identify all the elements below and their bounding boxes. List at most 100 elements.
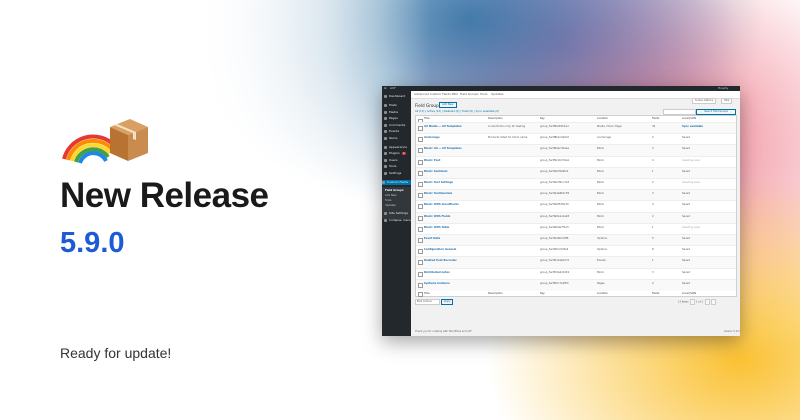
sidebar-item-users[interactable]: Users xyxy=(384,158,411,163)
sidebar-item-comments[interactable]: Comments xyxy=(384,123,411,128)
admin-screenshot: ⊕ ACF Howdy Dashboard Posts Media Pages Comm… xyxy=(382,86,740,336)
acf-nav-updates[interactable]: Updates xyxy=(491,91,503,98)
row-checkbox[interactable] xyxy=(418,126,423,131)
row-title-link[interactable]: Related Post Recorder xyxy=(424,259,457,262)
row-checkbox[interactable] xyxy=(418,260,423,266)
sidebar-item-events[interactable]: Events xyxy=(384,129,411,134)
footer-header-local-json: Local JSON xyxy=(682,292,696,295)
sidebar-item-site-settings[interactable]: Site Settings xyxy=(384,211,411,216)
row-fields-count: 8 xyxy=(652,248,654,252)
media-icon xyxy=(384,110,387,114)
list-icon xyxy=(384,136,387,140)
row-fields-count: 2 xyxy=(652,281,654,285)
row-title-link[interactable]: Event Data xyxy=(424,237,440,240)
row-checkbox[interactable] xyxy=(418,137,423,143)
row-title-link[interactable]: Configuration General xyxy=(424,248,456,251)
sidebar-item-label: Posts xyxy=(389,103,397,107)
row-title-link[interactable]: Block: Sentinels xyxy=(424,170,448,173)
table-row: Block: Sentinels group_5e3fa0c8e9f12 Block… xyxy=(416,166,736,179)
first-page-button[interactable] xyxy=(690,299,696,305)
sidebar-item-pages[interactable]: Pages xyxy=(384,116,411,121)
row-title-link[interactable]: Anchorage xyxy=(424,136,440,139)
row-checkbox[interactable] xyxy=(418,282,423,288)
footer-header-description: Description xyxy=(488,292,503,295)
row-checkbox[interactable] xyxy=(418,182,423,187)
acf-top-nav: Advanced Custom Fields PRO Field Groups … xyxy=(411,91,740,99)
footer-header-title[interactable]: Title xyxy=(424,291,430,297)
table-row: Event Data group_5e3fad4b2c8f6 Options 5 Sav… xyxy=(416,234,736,246)
row-checkbox[interactable] xyxy=(418,159,423,165)
row-title-link[interactable]: Block: Test Settings xyxy=(424,181,453,184)
sidebar-item-posts[interactable]: Posts xyxy=(384,103,411,108)
acf-nav-field-groups[interactable]: Field Groups xyxy=(460,91,479,98)
row-title-link[interactable]: Block: With Table xyxy=(424,226,449,229)
sidebar-item-custom-fields[interactable]: Custom Fields xyxy=(382,179,411,185)
row-fields-count: 4 xyxy=(652,203,654,207)
sidebar-item-settings[interactable]: Settings xyxy=(384,171,411,176)
footer-header-fields: Fields xyxy=(652,292,660,295)
row-key: group_5e3fa4e8b2c59 xyxy=(540,192,570,196)
row-title-link[interactable]: Block: Testimonials xyxy=(424,192,452,195)
collapse-icon xyxy=(384,218,387,222)
row-title-link[interactable]: Block: All — All Templates xyxy=(424,147,462,150)
row-key: group_5e3f9c1b7d4a1 xyxy=(540,158,570,162)
add-new-button[interactable]: Add New xyxy=(439,102,457,108)
sidebar-item-label: Collapse menu xyxy=(389,217,412,222)
sidebar-item-plugins[interactable]: Plugins 2 xyxy=(384,151,411,156)
row-key: group_5e3fa6f3d8a70 xyxy=(540,203,569,207)
table-row: All Media — All Templates A rule that is … xyxy=(416,122,736,134)
row-checkbox[interactable] xyxy=(418,193,423,199)
row-fields-count: 3 xyxy=(652,192,654,196)
submenu-item-tools[interactable]: Tools xyxy=(385,199,391,202)
row-local-json: Sync available xyxy=(682,125,704,128)
row-checkbox[interactable] xyxy=(418,148,423,154)
row-checkbox[interactable] xyxy=(418,271,423,277)
row-checkbox[interactable] xyxy=(418,215,423,221)
row-title-link[interactable]: Block: With Fields xyxy=(424,215,450,218)
sidebar-item-dashboard[interactable]: Dashboard xyxy=(384,94,411,99)
dashboard-icon xyxy=(384,95,387,98)
row-title-link[interactable]: Block: Post xyxy=(424,159,440,162)
sidebar-item-tools[interactable]: Tools xyxy=(384,164,411,169)
row-local-json: Saved xyxy=(682,248,691,252)
row-checkbox[interactable] xyxy=(418,249,423,255)
status-filter-links[interactable]: All (13) | Active (13) | Disabled (0) | … xyxy=(415,110,499,113)
sidebar-item-appearance[interactable]: Appearance xyxy=(384,145,411,150)
row-checkbox[interactable] xyxy=(418,238,423,243)
row-checkbox[interactable] xyxy=(418,226,423,232)
last-page-button[interactable] xyxy=(711,299,717,305)
next-page-button[interactable] xyxy=(704,299,710,305)
sidebar-item-label: Events xyxy=(389,129,400,133)
row-title-link[interactable]: Systems Instance xyxy=(424,282,450,285)
row-location: Options xyxy=(597,248,608,252)
brush-icon xyxy=(384,145,387,149)
row-fields-count: 2 xyxy=(652,181,654,184)
sidebar-item-collapse-menu[interactable]: Collapse menu xyxy=(384,218,411,223)
row-checkbox[interactable] xyxy=(418,204,423,210)
sidebar-item-label: Tools xyxy=(389,164,397,168)
row-local-json: Awaiting save xyxy=(682,181,701,184)
help-button[interactable]: Help xyxy=(721,98,733,104)
table-row: Block: With Fields group_5e3fa8a1c4e28 Blo… xyxy=(416,211,736,224)
row-title-link[interactable]: All Media — All Templates xyxy=(424,125,462,128)
row-title-link[interactable]: Distributed notes xyxy=(424,271,450,274)
row-local-json: Saved xyxy=(682,169,691,173)
plug-icon xyxy=(384,152,387,155)
submenu-item-updates[interactable]: Updates xyxy=(385,204,396,207)
row-checkbox[interactable] xyxy=(418,170,423,176)
submenu-item-field-groups[interactable]: Field Groups xyxy=(385,189,404,192)
bulk-actions-select[interactable]: Bulk Actions xyxy=(415,299,440,305)
row-title-link[interactable]: Block: With InnerBlocks xyxy=(424,203,459,206)
sidebar-item-label: Pages xyxy=(389,116,398,120)
submenu-item-add-new[interactable]: Add New xyxy=(385,194,397,197)
row-fields-count: 2 xyxy=(652,214,654,218)
version-number: 5.9.0 xyxy=(60,227,125,259)
select-all-checkbox-footer[interactable] xyxy=(418,292,423,297)
sidebar-item-media[interactable]: Media xyxy=(384,110,411,115)
sidebar-item-label: Site Settings xyxy=(389,211,409,215)
screen-options-button[interactable]: Screen Options xyxy=(692,98,717,104)
acf-nav-tools[interactable]: Tools xyxy=(480,91,487,98)
row-location: Block xyxy=(597,225,605,229)
sidebar-item-items[interactable]: Items xyxy=(384,136,411,141)
apply-button[interactable]: Apply xyxy=(441,299,453,305)
